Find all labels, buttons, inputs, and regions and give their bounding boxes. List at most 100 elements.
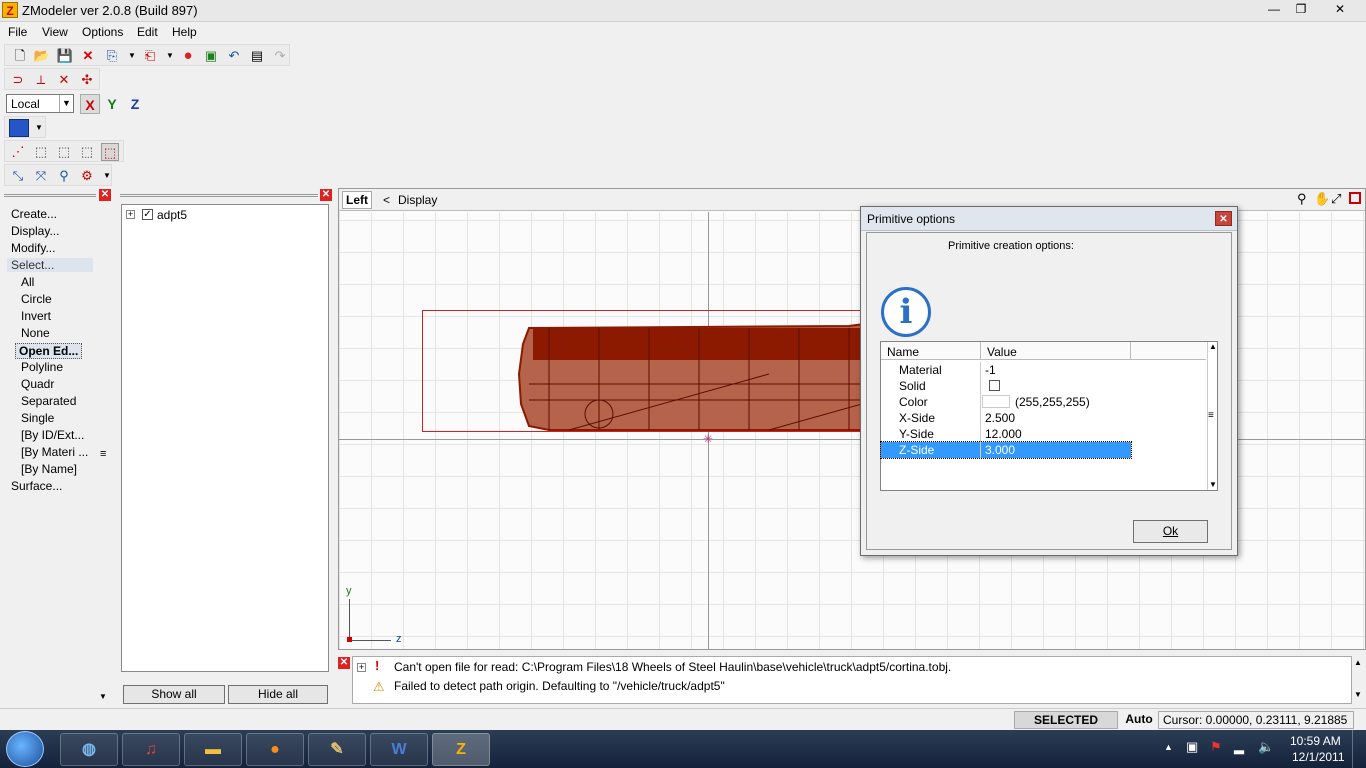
command-item[interactable]: Modify... [11,241,55,255]
close-window-button[interactable]: ✕ [1318,0,1362,20]
menu-file[interactable]: File [8,25,27,39]
maximize-button[interactable]: ❐ [1289,0,1313,20]
clock-time[interactable]: 10:59 AM [1290,734,1341,748]
name-column-header[interactable]: Name [887,345,919,359]
cross-snap-icon[interactable]: ✕ [55,71,73,89]
media-app-icon[interactable]: ♫ [122,733,180,766]
property-row[interactable]: Material -1 [881,362,1131,378]
maximize-viewport-icon[interactable] [1349,192,1361,204]
pivot-snap-icon[interactable]: ✣ [78,71,96,89]
tools-dropdown-icon[interactable]: ▼ [98,167,116,185]
save-icon[interactable]: 💾 [56,47,74,65]
magnet-icon[interactable]: ⊃ [9,71,27,89]
zmodeler-task-icon[interactable]: Z [432,733,490,766]
command-item[interactable]: Open Ed... [15,343,83,359]
log-list[interactable]: + ! Can't open file for read: C:\Program… [352,656,1352,704]
property-grid[interactable]: Name Value Material -1 Solid Color (255,255,… [880,341,1218,491]
command-item[interactable]: All [21,275,34,289]
new-file-icon[interactable]: 🗋 [11,47,29,65]
command-item[interactable]: [By ID/Ext... [21,428,84,442]
primitive-box-icon[interactable]: ⬚ [101,143,119,161]
close-log-icon[interactable]: ✕ [338,657,350,669]
plugin-icon[interactable]: ▣ [202,47,220,65]
zoom-icon[interactable]: ⚲ [1297,191,1307,207]
close-panel-icon[interactable]: ✕ [99,189,111,201]
action-center-icon[interactable]: ⚑ [1210,739,1222,755]
command-item[interactable]: [By Name] [21,462,77,476]
shading-dropdown-icon[interactable]: ▼ [30,119,48,137]
hide-all-button[interactable]: Hide all [228,685,328,704]
scroll-up-icon[interactable]: ▲ [1209,342,1217,351]
property-value[interactable]: 2.500 [985,411,1015,425]
axis-y-button[interactable]: Y [102,94,122,114]
walk-tool-icon[interactable]: ⚲ [55,167,73,185]
undo-icon[interactable]: ↶ [225,47,243,65]
property-value[interactable]: 3.000 [985,443,1015,457]
paint-app-icon[interactable]: ✎ [308,733,366,766]
viewport-mode-label[interactable]: Display [398,193,437,207]
axis-z-button[interactable]: Z [125,94,145,114]
firefox-app-icon[interactable]: ● [246,733,304,766]
show-hidden-icons[interactable]: ▲ [1164,742,1173,752]
tree-node-label[interactable]: adpt5 [157,208,187,222]
shading-cube-icon[interactable] [9,119,29,137]
dialog-close-button[interactable]: ✕ [1215,211,1232,226]
record-icon[interactable]: ● [179,47,197,65]
axis-snap-icon[interactable]: ⟂ [32,71,50,89]
object-cube-icon[interactable]: ⬚ [78,143,96,161]
volume-icon[interactable]: 🔈 [1258,739,1274,755]
import-icon[interactable]: ⎘ [103,47,121,65]
pan-hand-icon[interactable]: ✋ [1314,191,1330,207]
property-row[interactable]: Color (255,255,255) [881,394,1131,410]
scroll-down-icon[interactable]: ▼ [99,692,107,701]
axis-x-button[interactable]: X [80,94,100,114]
grid-scrollbar[interactable]: ▲ ≡ ▼ [1207,342,1218,490]
panel-scroll-grip-icon[interactable]: ≡ [100,448,106,460]
close-file-icon[interactable]: ✕ [79,47,97,65]
command-item[interactable]: Separated [21,394,76,408]
word-app-icon[interactable]: W [370,733,428,766]
att-app-icon[interactable]: ◍ [60,733,118,766]
menu-view[interactable]: View [42,25,68,39]
object-tree[interactable]: + ✓ adpt5 [121,204,329,672]
command-item[interactable]: Surface... [11,479,62,493]
clock-date[interactable]: 12/1/2011 [1292,750,1345,764]
property-row[interactable]: Solid [881,378,1131,394]
export-dropdown-icon[interactable]: ▼ [161,47,179,65]
menu-edit[interactable]: Edit [137,25,158,39]
command-item[interactable]: Invert [21,309,51,323]
box-cube-icon[interactable]: ⬚ [55,143,73,161]
start-button-icon[interactable] [6,731,44,767]
redo-icon[interactable]: ↷ [271,47,289,65]
face-cube-icon[interactable]: ⬚ [32,143,50,161]
command-item[interactable]: Create... [11,207,57,221]
scroll-grip-icon[interactable]: ≡ [1208,410,1214,421]
command-item[interactable]: [By Materi ... [21,445,88,459]
command-item[interactable]: None [21,326,50,340]
vertex-mode-icon[interactable]: ⋰ [9,143,27,161]
command-item[interactable]: Display... [11,224,59,238]
close-tree-icon[interactable]: ✕ [320,189,332,201]
expand-icon[interactable]: + [126,210,135,219]
show-all-button[interactable]: Show all [123,685,225,704]
log-scroll-down-icon[interactable]: ▼ [1354,690,1362,699]
scroll-down-icon[interactable]: ▼ [1209,480,1217,489]
move-tool-icon[interactable]: ⤧ [32,167,50,185]
bone-tool-icon[interactable]: ⚙ [78,167,96,185]
command-item[interactable]: Polyline [21,360,63,374]
command-item[interactable]: Quadr [21,377,54,391]
command-item[interactable]: Select... [7,258,93,272]
color-swatch[interactable] [982,395,1010,408]
command-item[interactable]: Single [21,411,54,425]
explorer-app-icon[interactable]: ▬ [184,733,242,766]
open-folder-icon[interactable]: 📂 [33,47,51,65]
menu-options[interactable]: Options [82,25,123,39]
property-value[interactable]: 12.000 [985,427,1022,441]
scale-tool-icon[interactable]: ⤡ [9,167,27,185]
network-icon[interactable]: ▂ [1234,739,1244,755]
tray-app-icon[interactable]: ▣ [1186,739,1198,755]
solid-checkbox[interactable] [989,380,1000,391]
ok-button[interactable]: Ok [1133,520,1208,543]
fit-view-icon[interactable]: ⤢ [1331,191,1341,207]
value-column-header[interactable]: Value [987,345,1017,359]
